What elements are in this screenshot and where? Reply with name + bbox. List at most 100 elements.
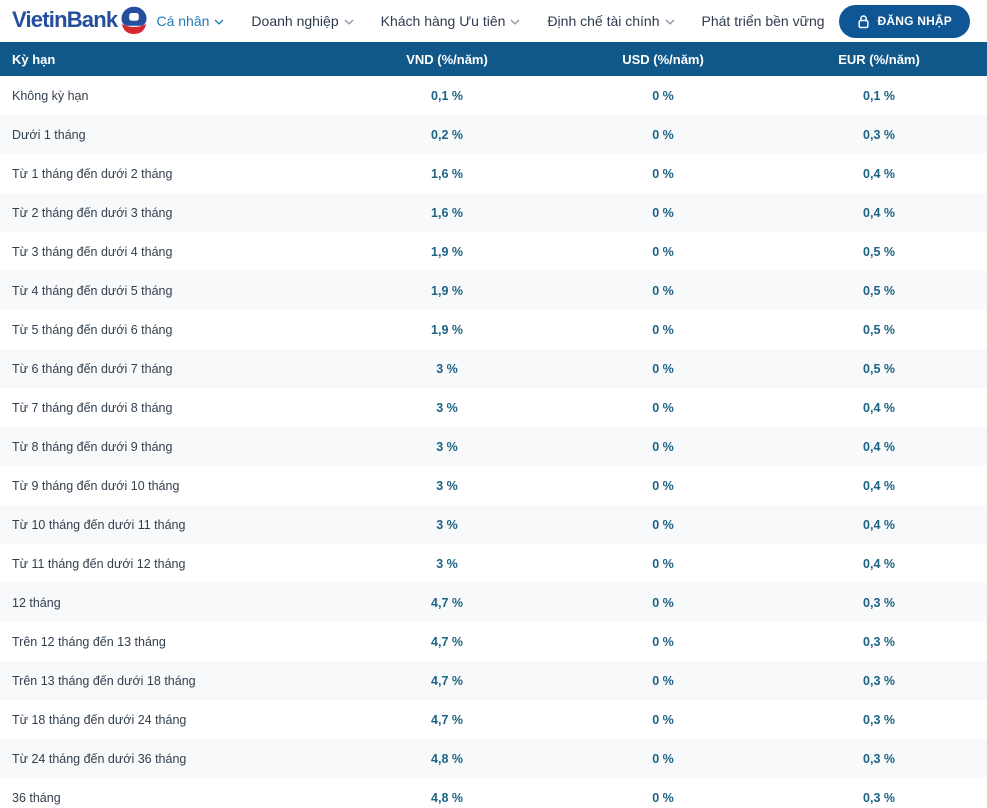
nav-item-label: Doanh nghiệp <box>251 13 339 29</box>
nav-item-label: Định chế tài chính <box>547 13 660 29</box>
usd-cell: 0 % <box>652 283 674 298</box>
nav-item-label: Khách hàng Ưu tiên <box>380 13 506 29</box>
eur-cell: 0,4 % <box>863 556 895 571</box>
vnd-cell: 1,9 % <box>431 244 463 259</box>
term-cell: Trên 13 tháng đến dưới 18 tháng <box>12 673 196 688</box>
usd-cell: 0 % <box>652 205 674 220</box>
usd-cell: 0 % <box>652 556 674 571</box>
usd-cell: 0 % <box>652 634 674 649</box>
vnd-cell: 3 % <box>436 478 458 493</box>
vnd-cell: 1,9 % <box>431 322 463 337</box>
usd-cell: 0 % <box>652 244 674 259</box>
nav-item-1[interactable]: Doanh nghiệp <box>251 13 354 29</box>
usd-cell: 0 % <box>652 322 674 337</box>
eur-cell: 0,5 % <box>863 361 895 376</box>
eur-cell: 0,1 % <box>863 88 895 103</box>
usd-cell: 0 % <box>652 673 674 688</box>
vnd-cell: 3 % <box>436 517 458 532</box>
vnd-cell: 1,6 % <box>431 166 463 181</box>
eur-cell: 0,3 % <box>863 712 895 727</box>
main-nav: Cá nhân Doanh nghiệp Khách hàng Ưu tiên … <box>156 13 824 29</box>
eur-cell: 0,5 % <box>863 244 895 259</box>
vnd-cell: 0,2 % <box>431 127 463 142</box>
nav-item-0[interactable]: Cá nhân <box>156 13 224 29</box>
vnd-cell: 3 % <box>436 400 458 415</box>
table-row: Từ 24 tháng đến dưới 36 tháng 4,8 % 0 % … <box>0 739 987 778</box>
usd-cell: 0 % <box>652 595 674 610</box>
top-navbar: VietinBank Cá nhân Doanh nghiệp Khách hà… <box>0 0 987 42</box>
term-cell: Không kỳ hạn <box>12 88 89 103</box>
eur-cell: 0,3 % <box>863 634 895 649</box>
term-cell: Từ 4 tháng đến dưới 5 tháng <box>12 283 173 298</box>
table-row: 12 tháng 4,7 % 0 % 0,3 % <box>0 583 987 622</box>
table-row: Từ 10 tháng đến dưới 11 tháng 3 % 0 % 0,… <box>0 505 987 544</box>
term-cell: Từ 3 tháng đến dưới 4 tháng <box>12 244 173 259</box>
vietinbank-logo-mark-icon <box>121 6 147 34</box>
term-cell: 36 tháng <box>12 790 61 805</box>
eur-cell: 0,5 % <box>863 283 895 298</box>
term-cell: Từ 2 tháng đến dưới 3 tháng <box>12 205 173 220</box>
term-cell: Dưới 1 tháng <box>12 127 86 142</box>
eur-cell: 0,4 % <box>863 400 895 415</box>
col-header-term: Kỳ hạn <box>12 51 56 67</box>
nav-item-2[interactable]: Khách hàng Ưu tiên <box>381 13 521 29</box>
vnd-cell: 1,6 % <box>431 205 463 220</box>
login-button[interactable]: ĐĂNG NHẬP <box>838 4 970 38</box>
vnd-cell: 3 % <box>436 361 458 376</box>
eur-cell: 0,3 % <box>863 595 895 610</box>
table-header-row: Kỳ hạn VND (%/năm) USD (%/năm) EUR (%/nă… <box>0 42 987 76</box>
table-row: Từ 11 tháng đến dưới 12 tháng 3 % 0 % 0,… <box>0 544 987 583</box>
table-row: Không kỳ hạn 0,1 % 0 % 0,1 % <box>0 76 987 115</box>
eur-cell: 0,5 % <box>863 322 895 337</box>
chevron-down-icon <box>665 19 674 25</box>
term-cell: Từ 9 tháng đến dưới 10 tháng <box>12 478 180 493</box>
eur-cell: 0,4 % <box>863 205 895 220</box>
col-header-usd: USD (%/năm) <box>622 51 704 67</box>
usd-cell: 0 % <box>652 517 674 532</box>
eur-cell: 0,4 % <box>863 166 895 181</box>
term-cell: Từ 10 tháng đến dưới 11 tháng <box>12 517 186 532</box>
vnd-cell: 4,7 % <box>431 595 463 610</box>
term-cell: 12 tháng <box>12 595 61 610</box>
nav-item-4[interactable]: Phát triển bền vững <box>702 13 825 29</box>
usd-cell: 0 % <box>652 712 674 727</box>
eur-cell: 0,3 % <box>863 790 895 805</box>
table-row: Trên 12 tháng đến 13 tháng 4,7 % 0 % 0,3… <box>0 622 987 661</box>
usd-cell: 0 % <box>652 790 674 805</box>
table-row: Từ 1 tháng đến dưới 2 tháng 1,6 % 0 % 0,… <box>0 154 987 193</box>
table-row: Từ 5 tháng đến dưới 6 tháng 1,9 % 0 % 0,… <box>0 310 987 349</box>
chevron-down-icon <box>214 19 224 25</box>
usd-cell: 0 % <box>652 751 674 766</box>
interest-rate-table: Kỳ hạn VND (%/năm) USD (%/năm) EUR (%/nă… <box>0 42 987 808</box>
eur-cell: 0,4 % <box>863 478 895 493</box>
table-body: Không kỳ hạn 0,1 % 0 % 0,1 % Dưới 1 thán… <box>0 76 987 808</box>
term-cell: Từ 5 tháng đến dưới 6 tháng <box>12 322 173 337</box>
nav-item-3[interactable]: Định chế tài chính <box>547 13 674 29</box>
vnd-cell: 4,8 % <box>431 790 463 805</box>
table-row: Từ 8 tháng đến dưới 9 tháng 3 % 0 % 0,4 … <box>0 427 987 466</box>
chevron-down-icon <box>344 19 354 25</box>
logo-text: VietinBank <box>12 6 118 32</box>
table-row: Từ 6 tháng đến dưới 7 tháng 3 % 0 % 0,5 … <box>0 349 987 388</box>
term-cell: Từ 24 tháng đến dưới 36 tháng <box>12 751 187 766</box>
term-cell: Trên 12 tháng đến 13 tháng <box>12 634 166 649</box>
vnd-cell: 4,7 % <box>431 712 463 727</box>
term-cell: Từ 7 tháng đến dưới 8 tháng <box>12 400 173 415</box>
table-row: Từ 4 tháng đến dưới 5 tháng 1,9 % 0 % 0,… <box>0 271 987 310</box>
vnd-cell: 4,7 % <box>431 673 463 688</box>
vnd-cell: 1,9 % <box>431 283 463 298</box>
eur-cell: 0,3 % <box>863 751 895 766</box>
table-row: Từ 9 tháng đến dưới 10 tháng 3 % 0 % 0,4… <box>0 466 987 505</box>
usd-cell: 0 % <box>652 166 674 181</box>
vnd-cell: 3 % <box>436 556 458 571</box>
vietinbank-logo[interactable]: VietinBank <box>12 6 149 34</box>
usd-cell: 0 % <box>652 88 674 103</box>
vnd-cell: 0,1 % <box>431 88 463 103</box>
chevron-down-icon <box>510 19 520 25</box>
table-row: Từ 3 tháng đến dưới 4 tháng 1,9 % 0 % 0,… <box>0 232 987 271</box>
eur-cell: 0,3 % <box>863 673 895 688</box>
table-row: Dưới 1 tháng 0,2 % 0 % 0,3 % <box>0 115 987 154</box>
table-row: Từ 2 tháng đến dưới 3 tháng 1,6 % 0 % 0,… <box>0 193 987 232</box>
col-header-eur: EUR (%/năm) <box>838 51 920 67</box>
table-row: Từ 7 tháng đến dưới 8 tháng 3 % 0 % 0,4 … <box>0 388 987 427</box>
